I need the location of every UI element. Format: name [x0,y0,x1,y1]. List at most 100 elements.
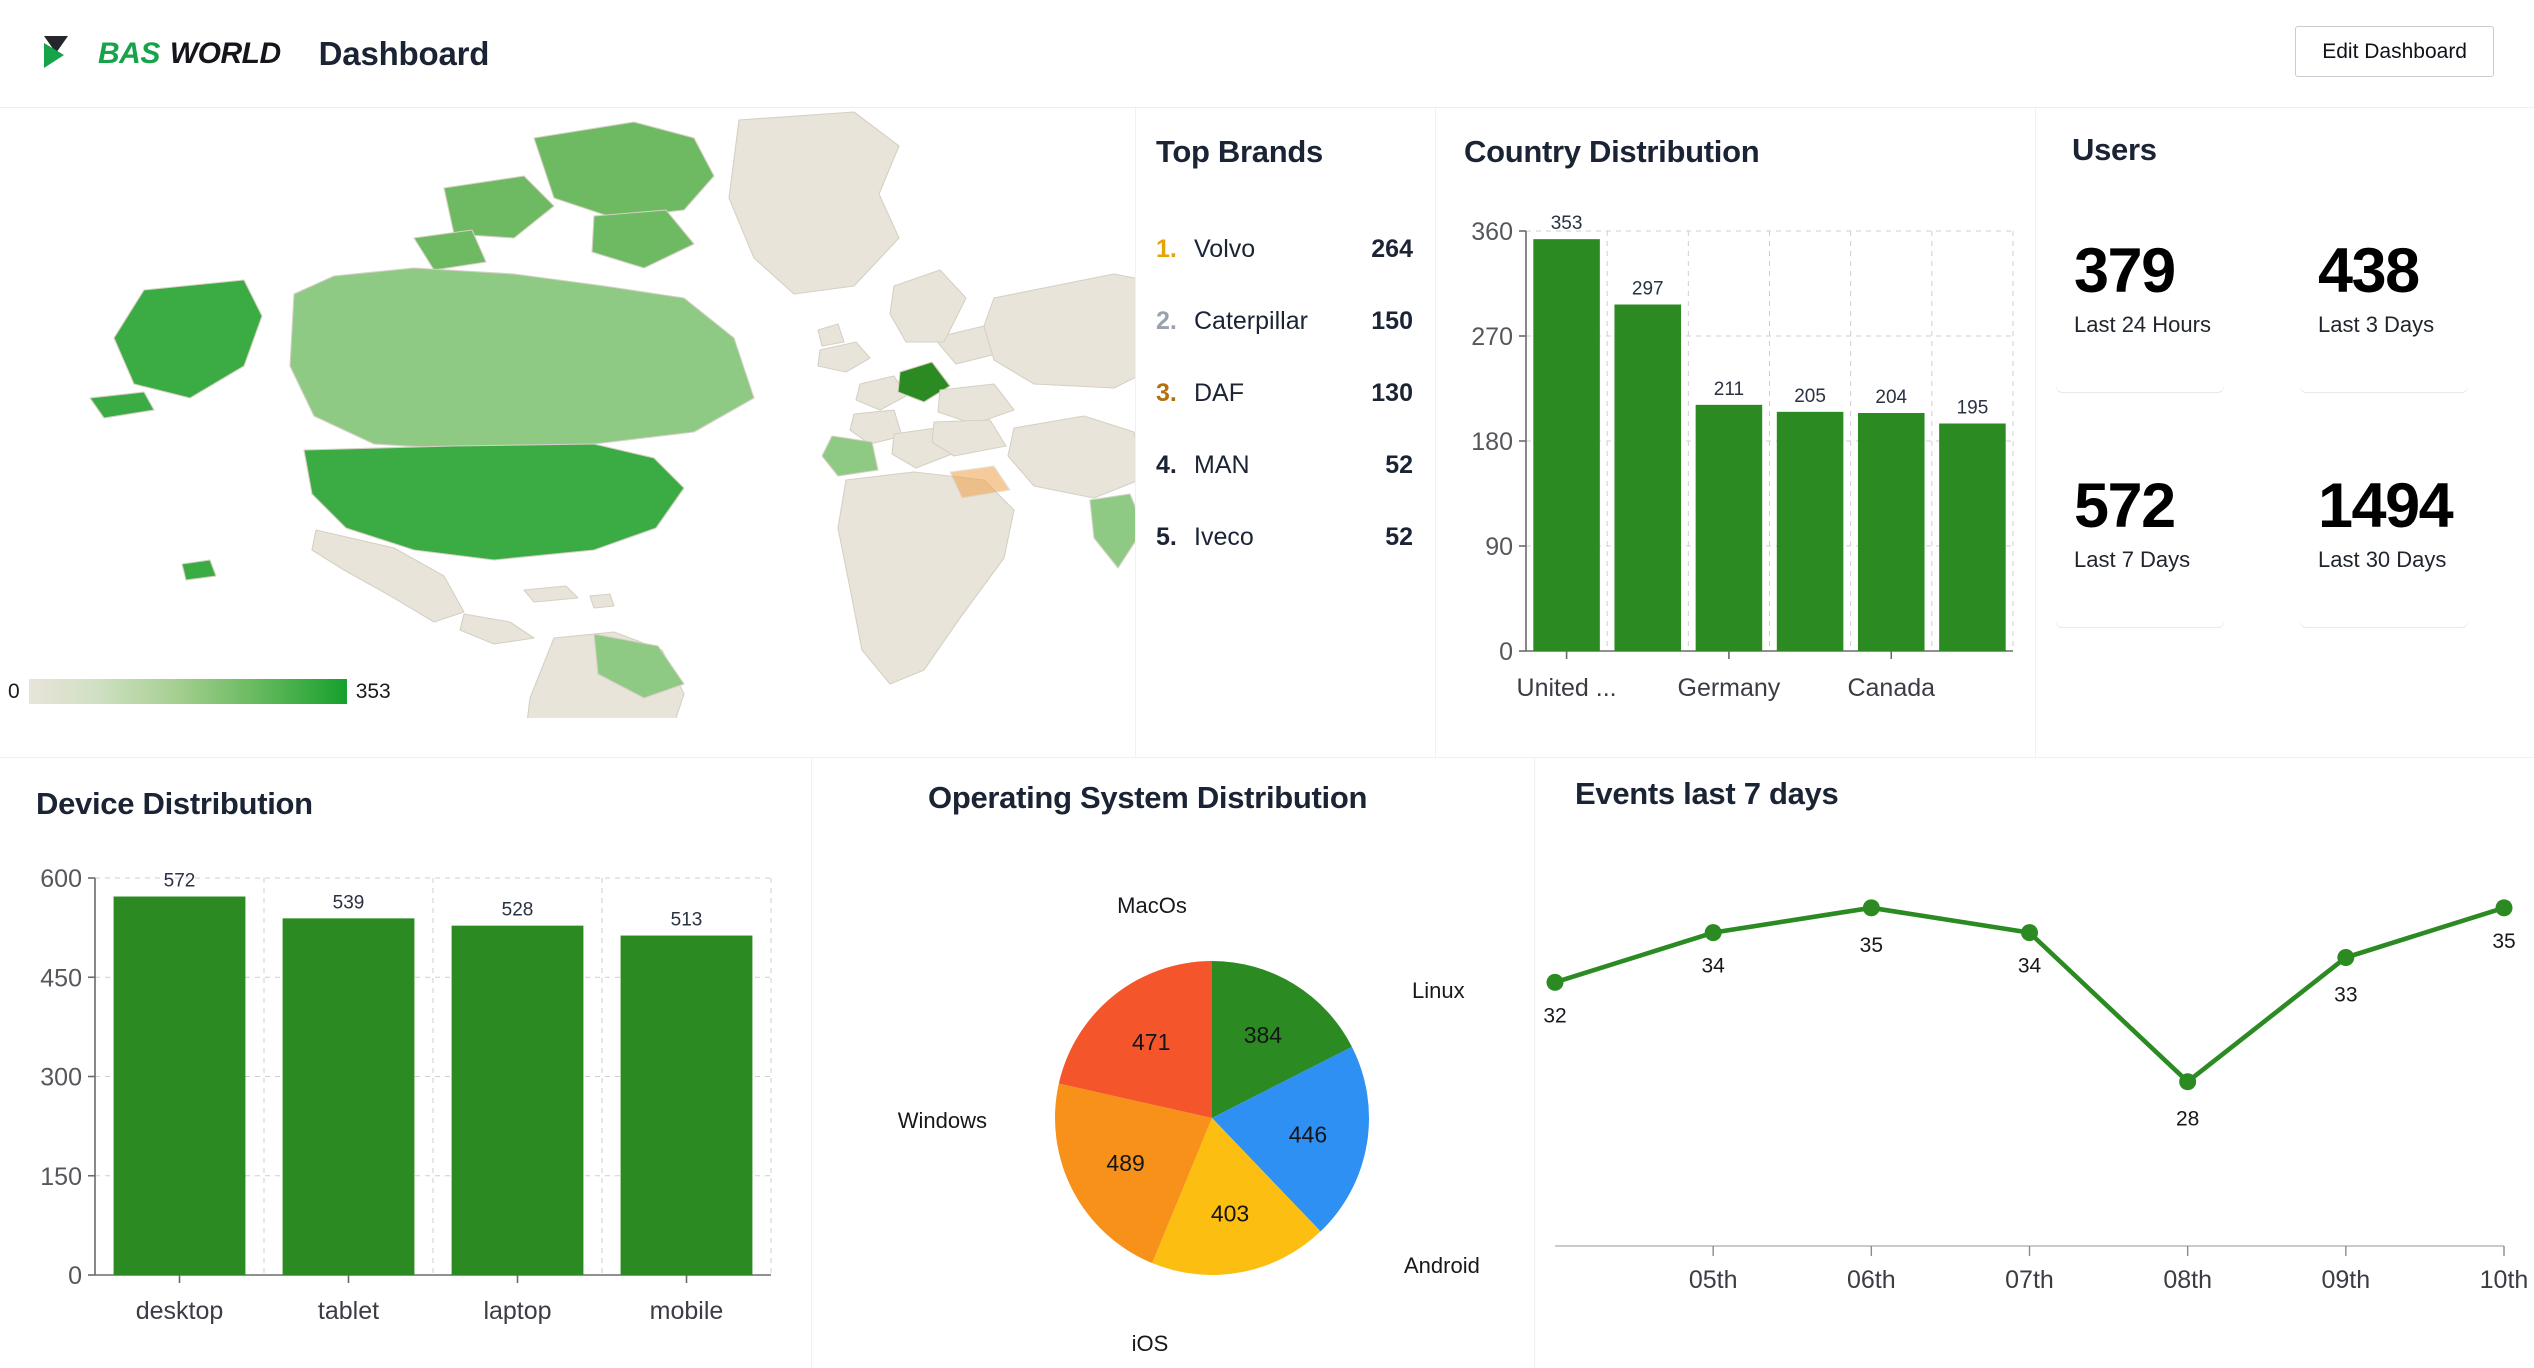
top-brands-title: Top Brands [1156,134,1323,169]
os-distribution-pie-chart[interactable]: 384 Linux 446 Android 403 iOS 489 Windows 471 Mac… [812,818,1534,1363]
events-panel: Events last 7 days 05th 06th 07th 08th 09th 1… [1535,758,2534,1368]
bar[interactable] [1776,411,1844,651]
svg-text:205: 205 [1794,386,1826,407]
events-line-chart[interactable]: 05th 06th 07th 08th 09th 10th 32 34 35 34 28 33 35 [1535,814,2534,1366]
dashboard-row-bottom: Device Distribution 0 150 300 450 600 572 539 5… [0,758,2534,1368]
brand-list-item[interactable]: 2. Caterpillar 150 [1136,285,1435,357]
bar[interactable] [1939,423,2006,652]
brand-count: 130 [1371,378,1413,407]
data-point[interactable] [2337,948,2355,966]
brand-name: Iveco [1194,522,1254,551]
country-distribution-bar-chart[interactable]: 0 90 180 270 360 353 297 211 205 204 195 United ...… [1436,176,2035,756]
svg-text:600: 600 [40,865,82,893]
user-stat-value: 379 [2074,236,2176,306]
svg-text:204: 204 [1875,387,1907,408]
map-legend: 0 353 [8,679,391,704]
svg-text:35: 35 [2492,930,2515,953]
device-distribution-bar-chart[interactable]: 0 150 300 450 600 572 539 528 513 desktop tablet la… [0,830,811,1365]
brand-count: 52 [1385,450,1413,479]
svg-text:06th: 06th [1847,1266,1896,1294]
world-map-choropleth[interactable] [0,108,1135,718]
svg-text:MacOs: MacOs [1117,893,1187,918]
dashboard-app: BAS WORLD Dashboard Edit Dashboard 0 353… [0,0,2534,1368]
bar[interactable] [1614,304,1682,652]
top-brands-panel: Top Brands 1. Volvo 264 2. Caterpillar 150 3. D… [1136,108,1435,757]
svg-text:United ...: United ... [1517,674,1617,702]
brand-rank: 4. [1156,450,1177,479]
svg-text:07th: 07th [2005,1266,2054,1294]
brand-logo-group[interactable]: BAS WORLD [42,34,281,74]
users-title: Users [2072,132,2157,167]
user-stat-card[interactable]: 572 Last 7 Days [2046,453,2290,688]
svg-text:300: 300 [40,1064,82,1092]
country-distribution-panel: Country Distribution 0 90 180 270 360 353 297 2… [1436,108,2035,757]
brand-rank: 2. [1156,306,1177,335]
svg-text:150: 150 [40,1163,82,1191]
brand-list-item[interactable]: 5. Iveco 52 [1136,501,1435,573]
svg-text:tablet: tablet [318,1297,379,1325]
data-point[interactable] [1546,973,1564,991]
svg-text:539: 539 [333,892,365,913]
map-legend-gradient [28,679,347,704]
brand-name: MAN [1194,450,1250,479]
user-stat-card[interactable]: 1494 Last 30 Days [2290,453,2534,688]
svg-text:32: 32 [1543,1004,1566,1027]
svg-text:09th: 09th [2321,1266,2370,1294]
data-point[interactable] [1862,899,1880,917]
brand-name: Caterpillar [1194,306,1308,335]
dashboard-row-top: 0 353 Top Brands 1. Volvo 264 2. Caterpillar… [0,108,2534,757]
os-distribution-title: Operating System Distribution [928,780,1368,815]
map-legend-max: 353 [355,679,391,703]
bar[interactable] [1857,413,1925,651]
bar[interactable] [451,925,584,1275]
user-stat-underline [2300,387,2468,393]
svg-text:297: 297 [1632,279,1664,300]
brand-rank: 5. [1156,522,1177,551]
svg-text:0: 0 [68,1262,82,1290]
brand-list-item[interactable]: 4. MAN 52 [1136,429,1435,501]
svg-text:489: 489 [1106,1150,1144,1176]
data-point[interactable] [2179,1073,2197,1091]
data-point[interactable] [2495,899,2513,917]
svg-text:Linux: Linux [1412,978,1465,1003]
world-map-panel: 0 353 [0,108,1135,757]
map-legend-min: 0 [8,679,20,703]
data-point[interactable] [1704,924,1722,942]
svg-text:572: 572 [164,871,196,892]
svg-text:513: 513 [671,910,703,931]
svg-text:33: 33 [2334,983,2357,1006]
svg-text:0: 0 [1499,638,1513,666]
country-distribution-title: Country Distribution [1464,134,1760,169]
brand-count: 52 [1385,522,1413,551]
bar[interactable] [1695,404,1763,651]
brand-list-item[interactable]: 1. Volvo 264 [1136,213,1435,285]
brand-name-primary: BAS [98,36,160,70]
users-panel: Users 379 Last 24 Hours 438 Last 3 Days 572 L… [2036,108,2534,757]
brand-name-secondary: WORLD [169,36,281,70]
data-point[interactable] [2021,924,2038,942]
bar[interactable] [113,896,246,1275]
user-stat-card[interactable]: 438 Last 3 Days [2290,218,2534,453]
user-stat-label: Last 30 Days [2318,547,2447,572]
svg-text:35: 35 [1860,934,1883,957]
bar[interactable] [620,935,753,1275]
svg-text:353: 353 [1551,213,1583,234]
svg-text:Germany: Germany [1678,674,1781,702]
user-stat-value: 572 [2074,471,2176,541]
user-stat-card[interactable]: 379 Last 24 Hours [2046,218,2290,453]
svg-text:446: 446 [1289,1121,1327,1147]
device-distribution-title: Device Distribution [36,786,313,821]
brand-name: Volvo [1194,234,1256,263]
svg-text:471: 471 [1132,1029,1170,1055]
user-stat-underline [2056,622,2224,628]
bar[interactable] [1533,239,1600,651]
bar[interactable] [282,918,415,1275]
edit-dashboard-button[interactable]: Edit Dashboard [2295,26,2494,77]
svg-text:Canada: Canada [1847,674,1935,702]
svg-text:384: 384 [1244,1022,1283,1048]
user-stat-value: 1494 [2318,471,2454,541]
brand-list-item[interactable]: 3. DAF 130 [1136,357,1435,429]
brand-rank: 1. [1156,234,1177,263]
brand-rank: 3. [1156,378,1177,407]
svg-text:iOS: iOS [1132,1331,1169,1356]
